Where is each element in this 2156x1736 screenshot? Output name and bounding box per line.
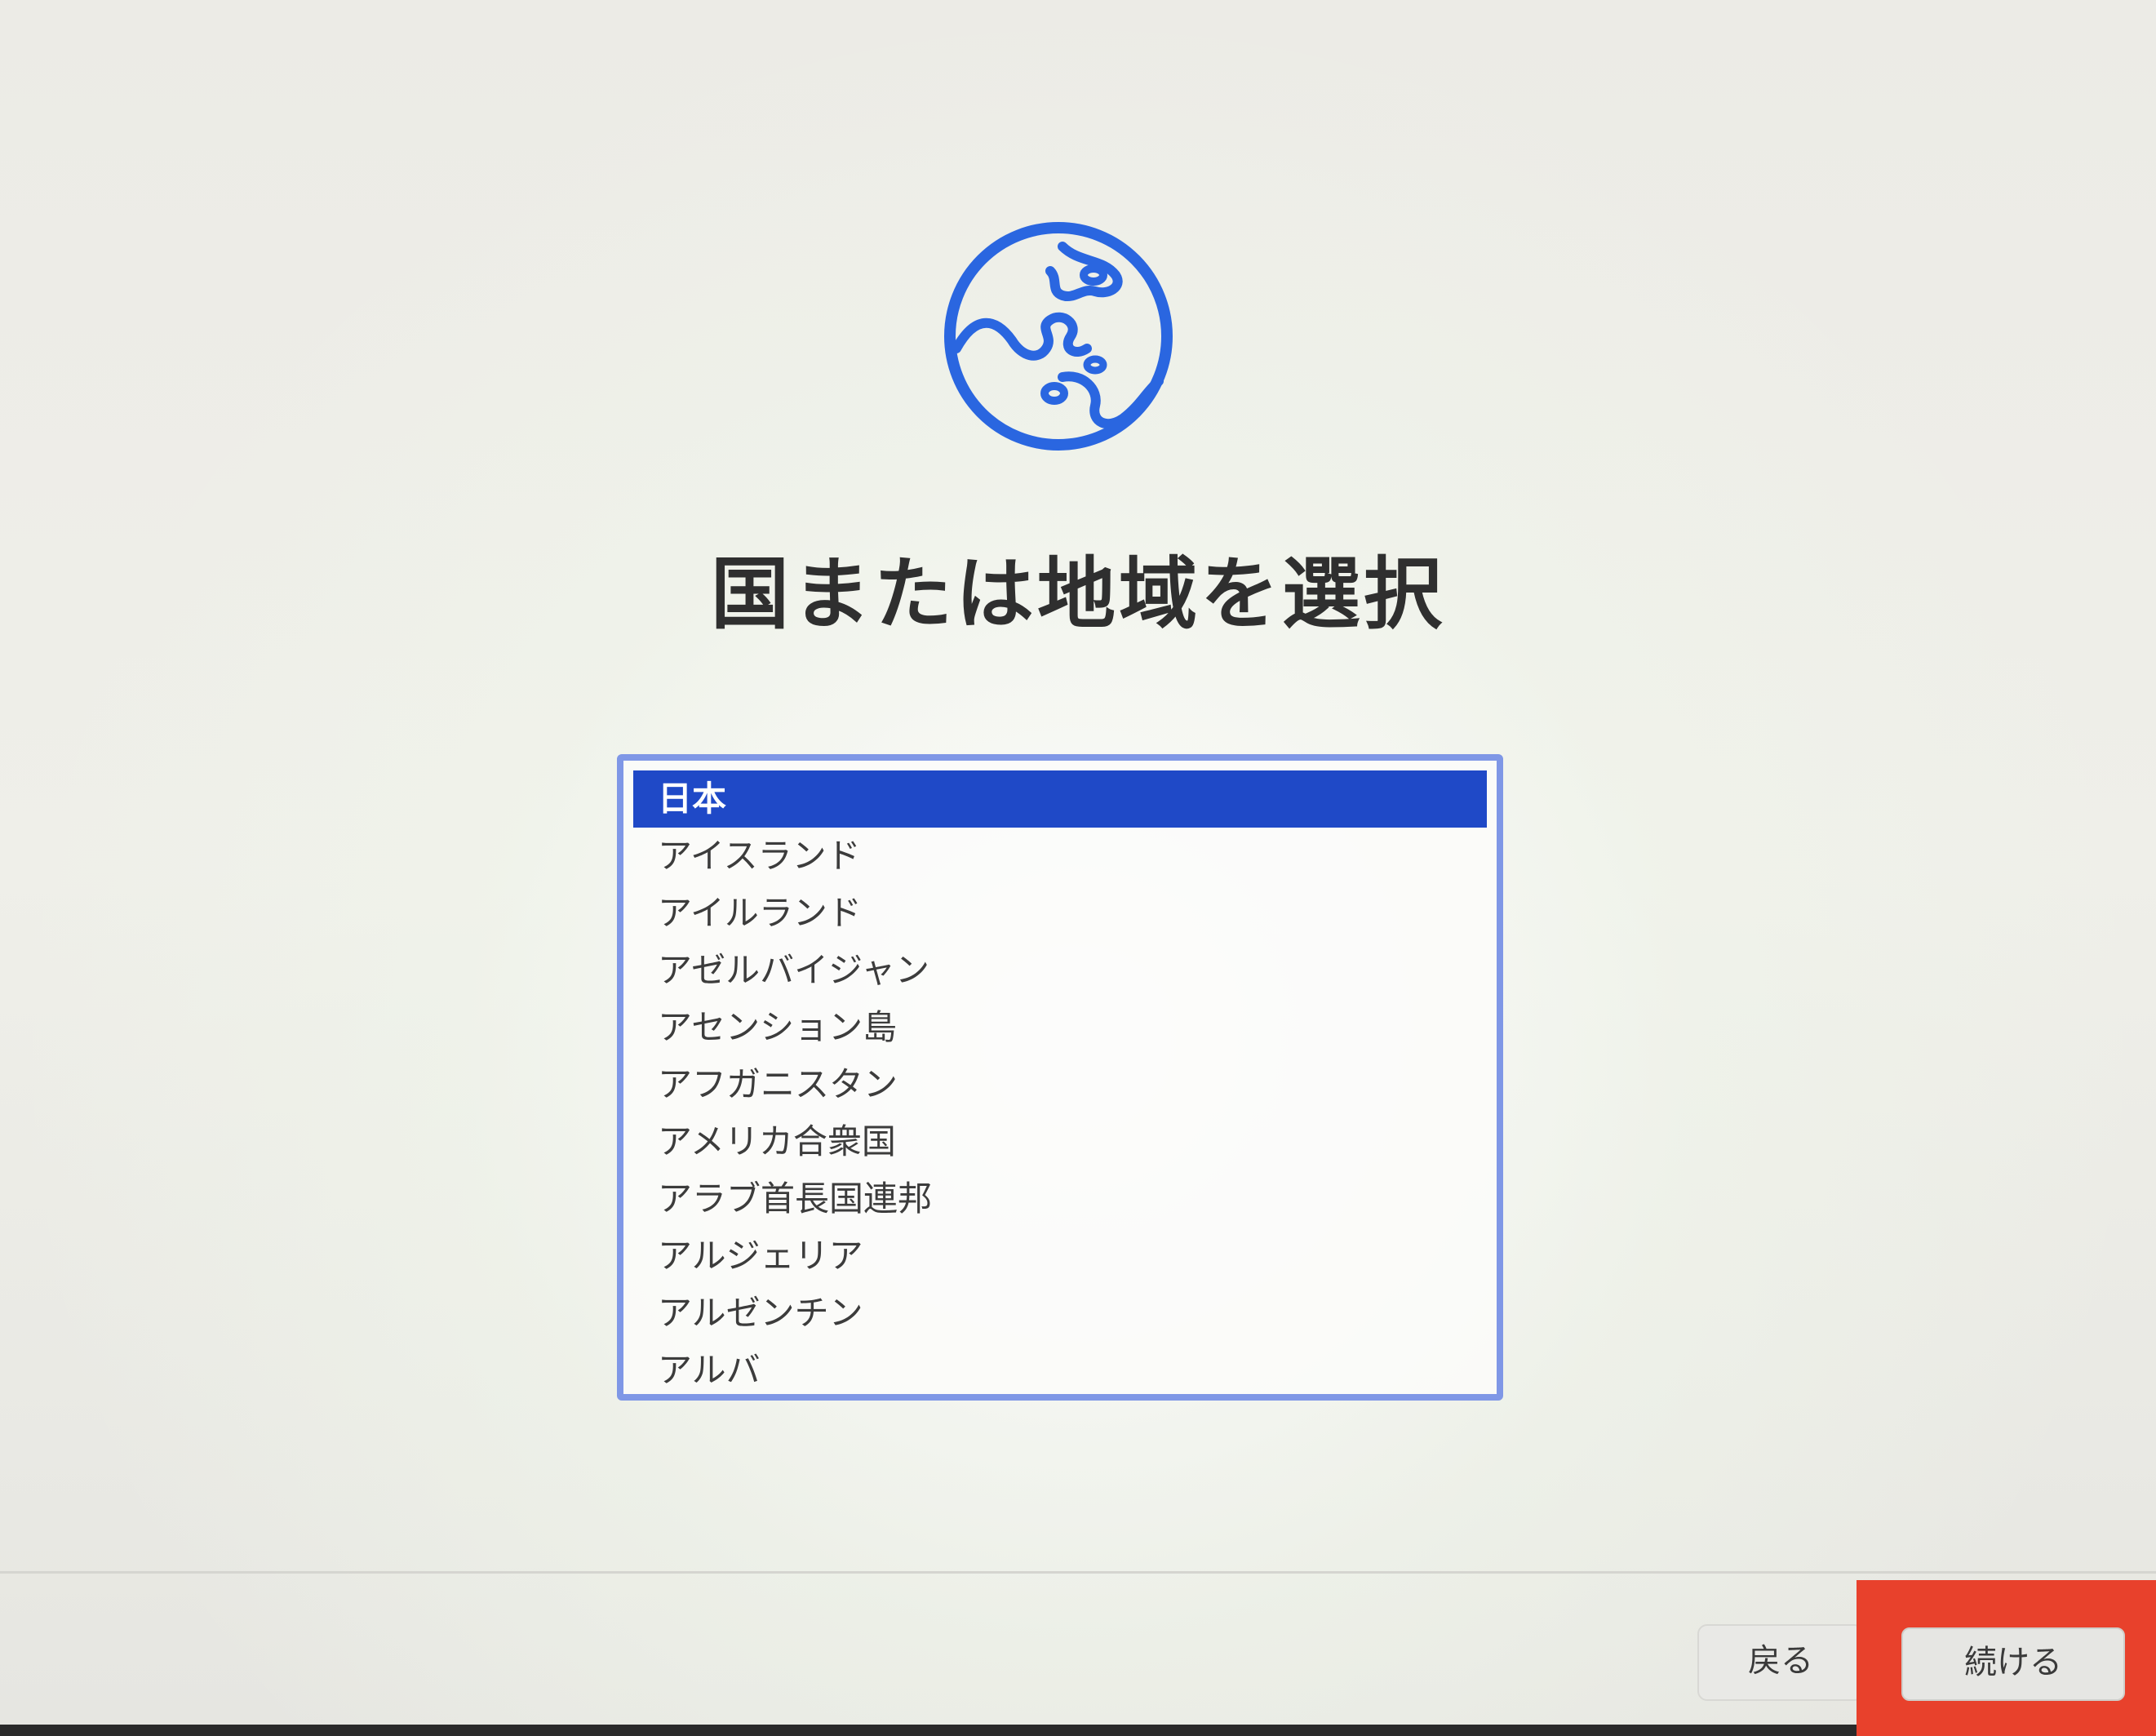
continue-button[interactable]: 続ける <box>1901 1627 2125 1701</box>
country-list[interactable]: 日本 アイスランド アイルランド アゼルバイジャン アセンション島 アフガニスタ… <box>633 770 1487 1390</box>
list-item[interactable]: アイルランド <box>633 885 1487 942</box>
footer-divider <box>0 1571 2156 1574</box>
globe-icon <box>944 222 1173 451</box>
list-item-selected[interactable]: 日本 <box>633 770 1487 828</box>
list-item[interactable]: アゼルバイジャン <box>633 942 1487 999</box>
list-item[interactable]: アイスランド <box>633 828 1487 885</box>
list-item[interactable]: アフガニスタン <box>633 1056 1487 1113</box>
screen-bottom-edge <box>0 1725 1857 1736</box>
list-item[interactable]: アメリカ合衆国 <box>633 1113 1487 1170</box>
setup-screen: 国または地域を選択 日本 アイスランド アイルランド アゼルバイジャン アセンシ… <box>0 0 2156 1736</box>
page-title: 国または地域を選択 <box>711 548 1445 640</box>
back-button[interactable]: 戻る <box>1697 1624 1864 1701</box>
list-item[interactable]: アラブ首長国連邦 <box>633 1170 1487 1228</box>
list-item[interactable]: アセンション島 <box>633 999 1487 1056</box>
list-item[interactable]: アルゼンチン <box>633 1285 1487 1342</box>
country-list-box[interactable]: 日本 アイスランド アイルランド アゼルバイジャン アセンション島 アフガニスタ… <box>617 754 1503 1401</box>
list-item[interactable]: アルジェリア <box>633 1228 1487 1285</box>
list-item[interactable]: アルバ <box>633 1342 1487 1394</box>
